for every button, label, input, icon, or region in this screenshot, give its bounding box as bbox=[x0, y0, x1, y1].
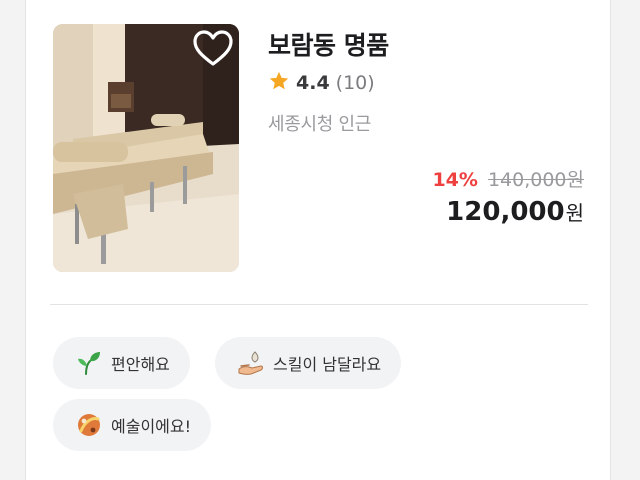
review-tag-label: 편안해요 bbox=[111, 355, 170, 374]
review-tag-comfortable[interactable]: 편안해요 bbox=[53, 337, 190, 389]
final-price: 120,000 원 bbox=[446, 197, 584, 227]
final-price-value: 120,000 bbox=[446, 197, 565, 227]
sprout-icon bbox=[75, 349, 103, 377]
shop-title[interactable]: 보람동 명품 bbox=[268, 26, 389, 62]
review-tag-skill[interactable]: 스킬이 남달라요 bbox=[215, 337, 402, 389]
discount-rate: 14% bbox=[432, 169, 478, 191]
review-count: (10) bbox=[335, 72, 375, 94]
review-tag-art[interactable]: 예술이에요! bbox=[53, 399, 212, 451]
star-icon bbox=[268, 70, 290, 96]
art-icon bbox=[75, 411, 103, 439]
divider bbox=[50, 304, 588, 305]
hand-skill-icon bbox=[237, 349, 265, 377]
price-row: 14% 140,000원 bbox=[432, 165, 584, 192]
rating-score: 4.4 bbox=[296, 72, 330, 94]
rating-row: 4.4 (10) bbox=[268, 70, 375, 96]
original-price: 140,000원 bbox=[487, 169, 584, 191]
review-tag-label: 스킬이 남달라요 bbox=[273, 355, 382, 374]
final-price-unit: 원 bbox=[565, 201, 584, 225]
location-label: 세종시청 인근 bbox=[268, 114, 371, 135]
favorite-heart-icon[interactable] bbox=[193, 30, 233, 68]
review-tag-label: 예술이에요! bbox=[111, 417, 192, 436]
